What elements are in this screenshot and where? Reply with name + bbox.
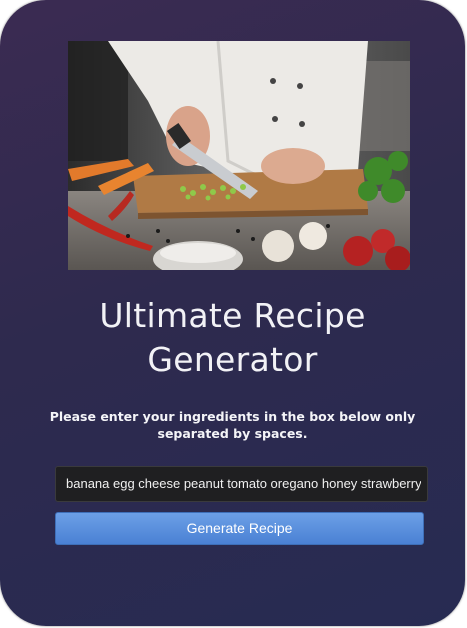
chef-illustration — [68, 41, 410, 270]
ingredients-input[interactable] — [55, 466, 428, 502]
instructions-text: Please enter your ingredients in the box… — [49, 409, 416, 441]
page-title: Ultimate Recipe Generator — [99, 296, 366, 379]
chef-hero-image — [68, 41, 410, 270]
generate-recipe-button[interactable]: Generate Recipe — [55, 512, 424, 545]
recipe-card: Ultimate Recipe Generator Please enter y… — [0, 0, 465, 626]
